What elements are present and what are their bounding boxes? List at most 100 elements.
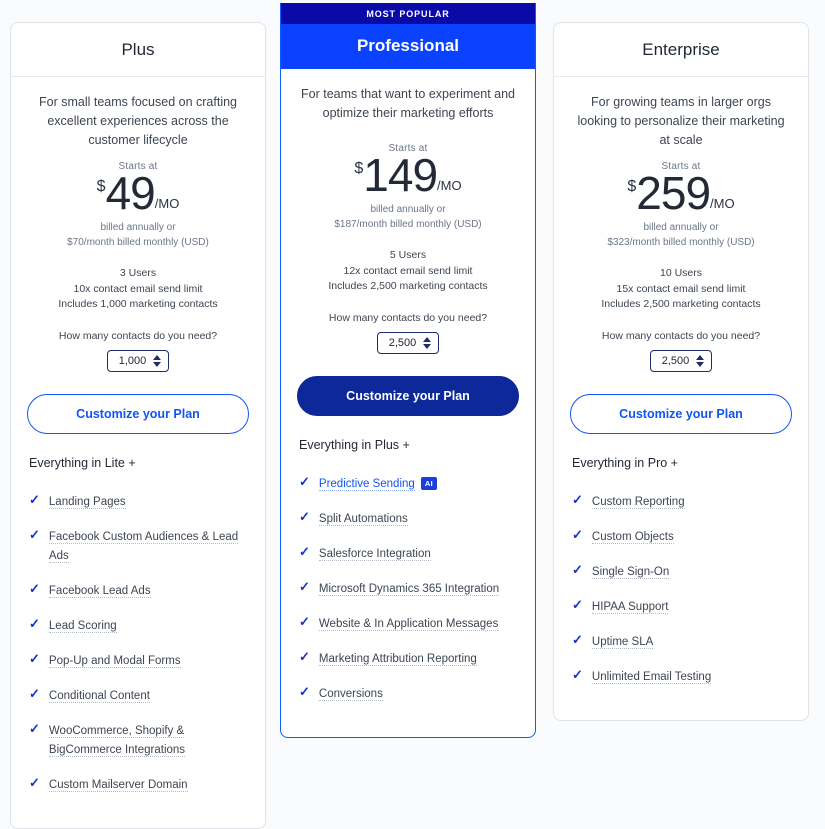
chevron-up-icon[interactable] xyxy=(423,336,432,342)
price-row: $49/MO xyxy=(27,170,249,216)
contacts-question: How many contacts do you need? xyxy=(58,329,218,342)
plan-title-professional: Professional xyxy=(281,24,535,69)
pricing-plans-grid: Plus For small teams focused on crafting … xyxy=(0,0,825,829)
chevron-down-icon[interactable] xyxy=(423,343,432,349)
billing-note: billed annually or $70/month billed month… xyxy=(27,221,249,250)
feature-label-wrap: Lead Scoring xyxy=(48,616,117,635)
feature-item: ✓ Marketing Attribution Reporting xyxy=(297,649,519,668)
plan-spec: 3 Users xyxy=(119,267,157,280)
plan-specs: 10 Users 15x contact email send limit Incl… xyxy=(570,266,792,313)
stepper-arrows[interactable] xyxy=(696,354,705,367)
feature-label[interactable]: Custom Mailserver Domain xyxy=(48,778,188,792)
feature-label-wrap: Website & In Application Messages xyxy=(318,614,499,633)
feature-item: ✓ Uptime SLA xyxy=(570,632,792,651)
check-icon: ✓ xyxy=(299,543,310,559)
feature-label[interactable]: HIPAA Support xyxy=(591,600,669,614)
check-icon: ✓ xyxy=(29,615,40,631)
feature-item: ✓ Microsoft Dynamics 365 Integration xyxy=(297,579,519,598)
plan-spec: 15x contact email send limit xyxy=(616,282,746,295)
chevron-down-icon[interactable] xyxy=(696,361,705,367)
feature-item: ✓ Website & In Application Messages xyxy=(297,614,519,633)
feature-label[interactable]: Conversions xyxy=(318,687,383,701)
feature-label-wrap: Unlimited Email Testing xyxy=(591,667,712,686)
price-amount: 49 xyxy=(105,167,156,220)
contacts-quantity-stepper[interactable]: 1,000 xyxy=(106,349,170,372)
contacts-question: How many contacts do you need? xyxy=(601,329,761,342)
feature-list: ✓ Custom Reporting ✓ Custom Objects ✓ Single … xyxy=(570,492,792,720)
plan-spec: Includes 2,500 marketing contacts xyxy=(601,298,761,311)
feature-item: ✓ Facebook Custom Audiences & Lead Ads xyxy=(27,527,249,565)
feature-item: ✓ Landing Pages xyxy=(27,492,249,511)
contacts-quantity-stepper[interactable]: 2,500 xyxy=(649,349,713,372)
plan-spec: 10 Users xyxy=(659,267,702,280)
feature-label-wrap: Split Automations xyxy=(318,509,408,528)
feature-label[interactable]: Single Sign-On xyxy=(591,565,670,579)
feature-label-wrap: Landing Pages xyxy=(48,492,126,511)
billing-line-monthly: $70/month billed monthly (USD) xyxy=(67,236,209,248)
price-period: /MO xyxy=(154,196,180,212)
check-icon: ✓ xyxy=(299,683,310,699)
contacts-quantity-stepper[interactable]: 2,500 xyxy=(376,331,440,354)
check-icon: ✓ xyxy=(299,473,310,489)
stepper-arrows[interactable] xyxy=(153,354,162,367)
everything-included-label: Everything in Pro + xyxy=(572,455,678,470)
feature-list: ✓ Predictive Sending AI ✓ Split Automations ✓… xyxy=(297,474,519,737)
feature-label[interactable]: Salesforce Integration xyxy=(318,547,431,561)
price-row: $149/MO xyxy=(297,152,519,198)
feature-label-wrap: Uptime SLA xyxy=(591,632,654,651)
feature-label[interactable]: Marketing Attribution Reporting xyxy=(318,652,477,666)
feature-label[interactable]: Facebook Custom Audiences & Lead Ads xyxy=(48,530,239,563)
check-icon: ✓ xyxy=(572,561,583,577)
feature-label-wrap: Facebook Lead Ads xyxy=(48,581,151,600)
price-row: $259/MO xyxy=(570,170,792,216)
plan-title-enterprise: Enterprise xyxy=(554,23,808,77)
chevron-up-icon[interactable] xyxy=(153,354,162,360)
feature-label[interactable]: Split Automations xyxy=(318,512,408,526)
feature-label-wrap: WooCommerce, Shopify & BigCommerce Integ… xyxy=(48,721,249,759)
feature-label[interactable]: Conditional Content xyxy=(48,689,150,703)
feature-label[interactable]: Uptime SLA xyxy=(591,635,654,649)
feature-label[interactable]: Landing Pages xyxy=(48,495,126,509)
check-icon: ✓ xyxy=(29,526,40,542)
customize-plan-button-enterprise[interactable]: Customize your Plan xyxy=(570,393,792,434)
plan-body-professional: For teams that want to experiment and op… xyxy=(281,69,535,737)
plan-description: For small teams focused on crafting exce… xyxy=(39,95,237,147)
check-icon: ✓ xyxy=(299,613,310,629)
pricing-card-enterprise: Enterprise For growing teams in larger or… xyxy=(553,22,809,721)
check-icon: ✓ xyxy=(29,580,40,596)
check-icon: ✓ xyxy=(572,631,583,647)
check-icon: ✓ xyxy=(299,648,310,664)
feature-item: ✓ Predictive Sending AI xyxy=(297,474,519,493)
feature-label[interactable]: Website & In Application Messages xyxy=(318,617,499,631)
plan-body-plus: For small teams focused on crafting exce… xyxy=(11,77,265,828)
chevron-up-icon[interactable] xyxy=(696,354,705,360)
feature-label[interactable]: Custom Reporting xyxy=(591,495,685,509)
check-icon: ✓ xyxy=(29,774,40,790)
feature-label[interactable]: Unlimited Email Testing xyxy=(591,670,712,684)
customize-plan-button-plus[interactable]: Customize your Plan xyxy=(27,393,249,434)
feature-label[interactable]: Microsoft Dynamics 365 Integration xyxy=(318,582,500,596)
billing-line-annual: billed annually or xyxy=(370,204,446,215)
plan-spec: 10x contact email send limit xyxy=(73,282,203,295)
ai-badge: AI xyxy=(420,476,438,490)
plan-spec: Includes 1,000 marketing contacts xyxy=(58,298,218,311)
feature-label[interactable]: Custom Objects xyxy=(591,530,674,544)
feature-label[interactable]: Predictive Sending xyxy=(318,477,415,491)
customize-plan-button-professional[interactable]: Customize your Plan xyxy=(297,375,519,416)
plan-description: For teams that want to experiment and op… xyxy=(301,87,515,120)
stepper-arrows[interactable] xyxy=(423,336,432,349)
feature-label[interactable]: Pop-Up and Modal Forms xyxy=(48,654,181,668)
feature-item: ✓ Custom Objects xyxy=(570,527,792,546)
plan-title-plus: Plus xyxy=(11,23,265,77)
feature-label[interactable]: WooCommerce, Shopify & BigCommerce Integ… xyxy=(48,724,186,757)
feature-label-wrap: Single Sign-On xyxy=(591,562,670,581)
billing-line-monthly: $187/month billed monthly (USD) xyxy=(334,218,482,230)
check-icon: ✓ xyxy=(29,650,40,666)
feature-label[interactable]: Lead Scoring xyxy=(48,619,117,633)
check-icon: ✓ xyxy=(29,720,40,736)
feature-label[interactable]: Facebook Lead Ads xyxy=(48,584,151,598)
feature-item: ✓ Salesforce Integration xyxy=(297,544,519,563)
chevron-down-icon[interactable] xyxy=(153,361,162,367)
contacts-value: 2,500 xyxy=(661,354,690,367)
feature-label-wrap: Salesforce Integration xyxy=(318,544,431,563)
